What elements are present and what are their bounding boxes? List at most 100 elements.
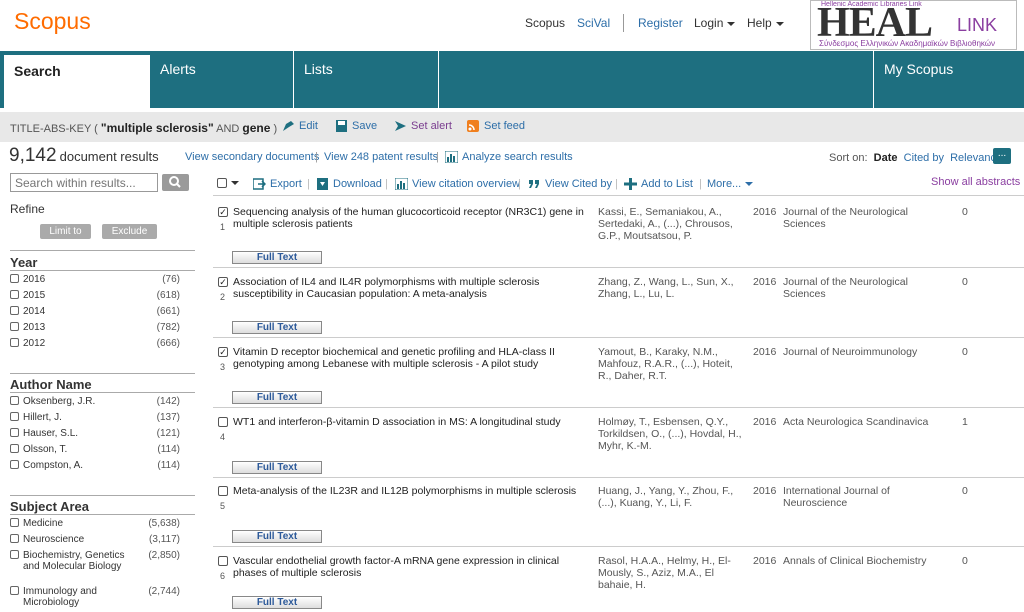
full-text-button[interactable]: Full Text (232, 391, 322, 404)
facet-year-item[interactable]: 2016 (76) (10, 274, 180, 285)
document-source[interactable]: Annals of Clinical Biochemistry (783, 555, 933, 567)
facet-year-item[interactable]: 2015 (618) (10, 290, 180, 301)
full-text-button[interactable]: Full Text (232, 461, 322, 474)
analyze-results-link[interactable]: Analyze search results (445, 151, 573, 164)
facet-checkbox[interactable] (10, 586, 19, 595)
facet-checkbox[interactable] (10, 460, 19, 469)
cited-count[interactable]: 0 (962, 485, 968, 497)
facet-checkbox[interactable] (10, 396, 19, 405)
nav-scopus[interactable]: Scopus (525, 16, 565, 30)
facet-author-item[interactable]: Hillert, J. (137) (10, 412, 180, 423)
cited-count[interactable]: 0 (962, 555, 968, 567)
nav-login[interactable]: Login (694, 16, 736, 30)
facet-year-title: Year (10, 255, 38, 270)
select-all-dropdown[interactable] (217, 177, 239, 189)
select-all-checkbox[interactable] (217, 178, 227, 189)
add-to-list-link[interactable]: Add to List (624, 178, 693, 191)
export-link[interactable]: Export (253, 178, 302, 190)
document-source[interactable]: Acta Neurologica Scandinavica (783, 416, 933, 428)
nav-register[interactable]: Register (638, 16, 683, 30)
heal-link-logo[interactable]: Hellenic Academic Libraries Link HEAL LI… (810, 0, 1017, 50)
limit-to-button[interactable]: Limit to (40, 224, 91, 239)
document-authors[interactable]: Holmøy, T., Esbensen, Q.Y., Torkildsen, … (598, 416, 748, 452)
row-checkbox[interactable] (218, 556, 228, 566)
document-source[interactable]: Journal of Neuroimmunology (783, 346, 933, 358)
cited-count[interactable]: 1 (962, 416, 968, 428)
facet-author-item[interactable]: Oksenberg, J.R. (142) (10, 396, 180, 407)
cited-count[interactable]: 0 (962, 346, 968, 358)
facet-subject-item[interactable]: Biochemistry, Genetics and Molecular Bio… (10, 550, 180, 572)
more-sort-button[interactable]: ... (993, 148, 1011, 164)
citation-overview-link[interactable]: View citation overview (395, 178, 520, 191)
document-authors[interactable]: Kassi, E., Semaniakou, A., Sertedaki, A.… (598, 206, 748, 242)
tab-my-scopus[interactable]: My Scopus (873, 51, 1024, 108)
facet-subject-item[interactable]: Medicine (5,638) (10, 518, 180, 529)
sort-cited-by[interactable]: Cited by (904, 152, 944, 164)
facet-checkbox[interactable] (10, 428, 19, 437)
download-link[interactable]: Download (316, 178, 382, 191)
show-all-abstracts-link[interactable]: Show all abstracts (931, 176, 1020, 188)
document-title[interactable]: Association of IL4 and IL4R polymorphism… (233, 276, 593, 300)
exclude-button[interactable]: Exclude (102, 224, 157, 239)
document-source[interactable]: Journal of the Neurological Sciences (783, 276, 933, 300)
document-authors[interactable]: Rasol, H.A.A., Helmy, H., El-Mously, S.,… (598, 555, 748, 591)
view-cited-by-link[interactable]: View Cited by (528, 178, 612, 190)
facet-author-item[interactable]: Olsson, T. (114) (10, 444, 180, 455)
set-feed-link[interactable]: Set feed (467, 120, 525, 133)
facet-subject-item[interactable]: Immunology and Microbiology (2,744) (10, 586, 180, 608)
facet-checkbox[interactable] (10, 274, 19, 283)
sort-date[interactable]: Date (874, 152, 898, 164)
facet-label: Hillert, J. (23, 412, 62, 423)
more-actions-dropdown[interactable]: More... (707, 178, 754, 190)
row-checkbox[interactable] (218, 486, 228, 496)
full-text-button[interactable]: Full Text (232, 251, 322, 264)
secondary-documents-link[interactable]: View secondary documents (185, 151, 319, 163)
row-checkbox[interactable]: ✓ (218, 207, 228, 217)
search-within-input[interactable] (10, 173, 158, 192)
facet-author-item[interactable]: Compston, A. (114) (10, 460, 180, 471)
facet-subject-item[interactable]: Neuroscience (3,117) (10, 534, 180, 545)
row-checkbox[interactable]: ✓ (218, 277, 228, 287)
document-title[interactable]: Sequencing analysis of the human glucoco… (233, 206, 593, 230)
facet-checkbox[interactable] (10, 550, 19, 559)
facet-checkbox[interactable] (10, 412, 19, 421)
facet-checkbox[interactable] (10, 534, 19, 543)
facet-checkbox[interactable] (10, 322, 19, 331)
document-title[interactable]: WT1 and interferon-β-vitamin D associati… (233, 416, 593, 428)
document-source[interactable]: Journal of the Neurological Sciences (783, 206, 933, 230)
facet-checkbox[interactable] (10, 306, 19, 315)
cited-count[interactable]: 0 (962, 206, 968, 218)
facet-year-item[interactable]: 2013 (782) (10, 322, 180, 333)
search-within-button[interactable] (162, 174, 189, 191)
tab-lists[interactable]: Lists (294, 51, 439, 108)
facet-checkbox[interactable] (10, 444, 19, 453)
facet-year-item[interactable]: 2012 (666) (10, 338, 180, 349)
set-alert-link[interactable]: Set alert (394, 120, 452, 132)
facet-checkbox[interactable] (10, 290, 19, 299)
tab-search[interactable]: Search (4, 55, 150, 108)
document-title[interactable]: Meta-analysis of the IL23R and IL12B pol… (233, 485, 593, 497)
document-authors[interactable]: Zhang, Z., Wang, L., Sun, X., Zhang, L.,… (598, 276, 748, 300)
facet-checkbox[interactable] (10, 338, 19, 347)
facet-year-item[interactable]: 2014 (661) (10, 306, 180, 317)
patent-results-link[interactable]: View 248 patent results (324, 151, 438, 163)
full-text-button[interactable]: Full Text (232, 596, 322, 609)
document-authors[interactable]: Huang, J., Yang, Y., Zhou, F., (...), Ku… (598, 485, 748, 509)
full-text-button[interactable]: Full Text (232, 530, 322, 543)
full-text-button[interactable]: Full Text (232, 321, 322, 334)
row-checkbox[interactable] (218, 417, 228, 427)
document-title[interactable]: Vascular endothelial growth factor-A mRN… (233, 555, 593, 579)
cited-count[interactable]: 0 (962, 276, 968, 288)
facet-author-item[interactable]: Hauser, S.L. (121) (10, 428, 180, 439)
scopus-logo[interactable]: Scopus (14, 8, 91, 35)
nav-scival[interactable]: SciVal (577, 16, 610, 30)
document-authors[interactable]: Yamout, B., Karaky, N.M., Mahfouz, R.A.R… (598, 346, 748, 382)
edit-link[interactable]: Edit (282, 120, 318, 132)
save-link[interactable]: Save (335, 120, 377, 133)
document-title[interactable]: Vitamin D receptor biochemical and genet… (233, 346, 593, 370)
tab-alerts[interactable]: Alerts (150, 51, 294, 108)
row-checkbox[interactable]: ✓ (218, 347, 228, 357)
facet-checkbox[interactable] (10, 518, 19, 527)
document-source[interactable]: International Journal of Neuroscience (783, 485, 933, 509)
nav-help[interactable]: Help (747, 16, 784, 30)
